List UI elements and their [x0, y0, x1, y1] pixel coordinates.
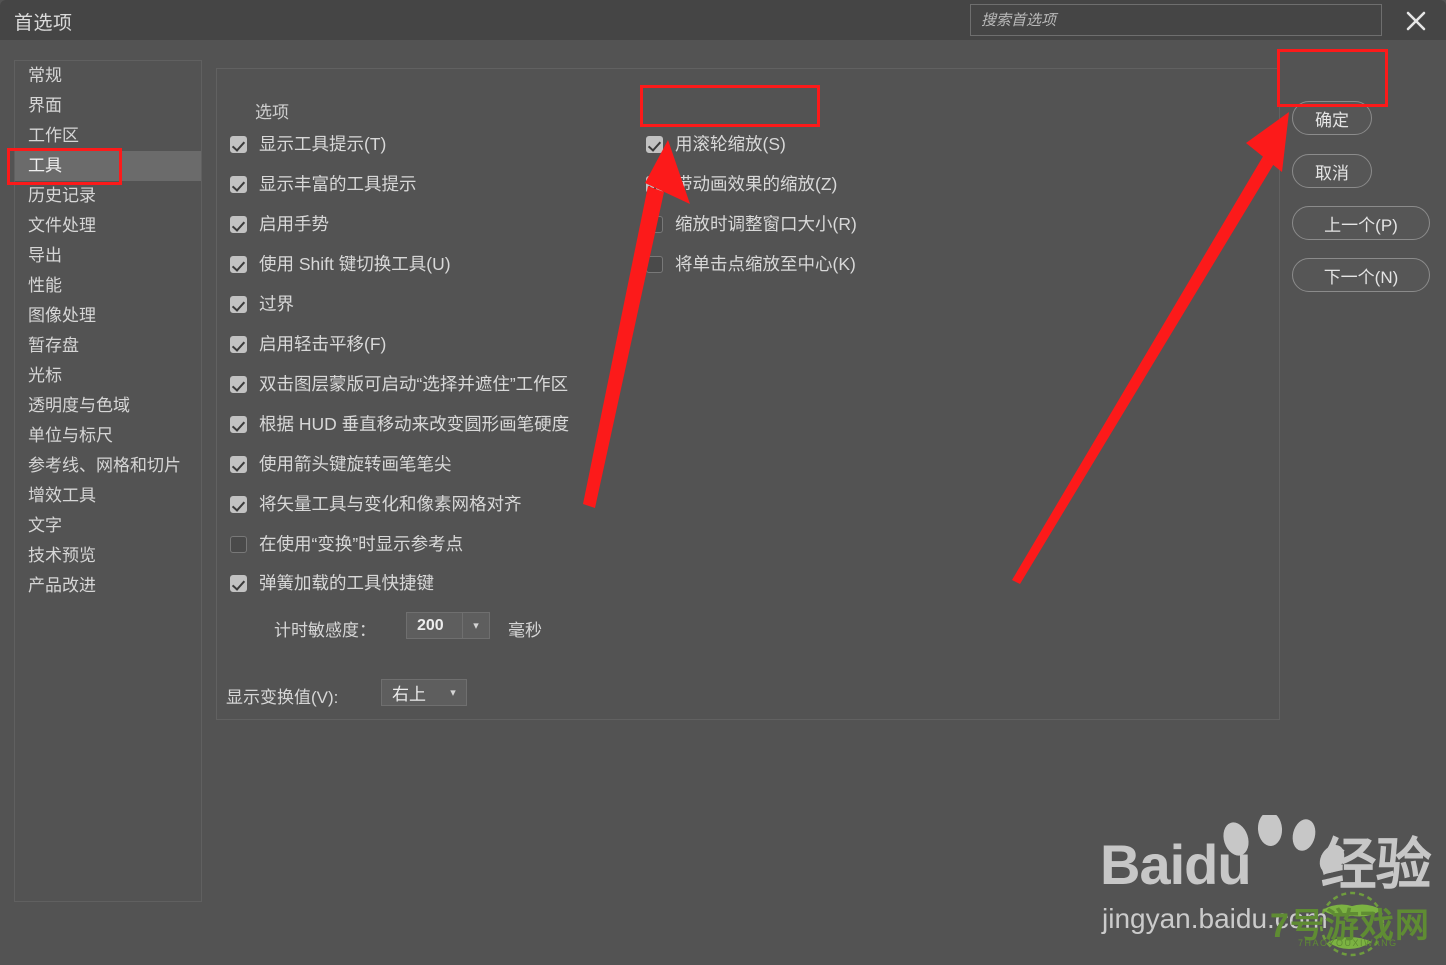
baidu-url-text: jingyan.baidu.com: [1102, 903, 1328, 934]
checkbox-overscroll[interactable]: [230, 296, 247, 314]
sensitivity-dropdown[interactable]: 200 ▾: [406, 612, 490, 639]
checkbox-label-hud-vertical-hardness: 根据 HUD 垂直移动来改变圆形画笔硬度: [259, 414, 570, 434]
checkbox-row-enable-gestures[interactable]: 启用手势: [230, 214, 329, 234]
checkbox-flick-panning[interactable]: [230, 336, 247, 354]
checkbox-label-overscroll: 过界: [259, 294, 294, 314]
checkbox-hud-vertical-hardness[interactable]: [230, 416, 247, 434]
cancel-button[interactable]: 取消: [1292, 154, 1372, 188]
checkbox-row-animated-zoom[interactable]: 带动画效果的缩放(Z): [646, 174, 838, 194]
checkbox-row-show-reference-point[interactable]: 在使用“变换”时显示参考点: [230, 534, 464, 554]
ok-button[interactable]: 确定: [1292, 101, 1372, 135]
checkbox-label-shift-switch-tool: 使用 Shift 键切换工具(U): [259, 254, 451, 274]
leaf-circle-icon: [1319, 891, 1385, 957]
sidebar-item-image-processing[interactable]: 图像处理: [15, 301, 201, 331]
sidebar-item-tools[interactable]: 工具: [15, 151, 201, 181]
transform-values-label: 显示变换值(V):: [226, 688, 339, 707]
checkbox-enable-gestures[interactable]: [230, 216, 247, 234]
transform-values-dropdown[interactable]: 右上 ▾: [381, 679, 467, 706]
checkbox-row-show-tooltips[interactable]: 显示工具提示(T): [230, 134, 387, 154]
options-groupbox-legend: 选项: [246, 98, 298, 123]
sidebar-item-interface[interactable]: 界面: [15, 91, 201, 121]
checkbox-shift-switch-tool[interactable]: [230, 256, 247, 274]
checkbox-label-flick-panning: 启用轻击平移(F): [259, 334, 387, 354]
close-icon[interactable]: [1400, 6, 1432, 36]
chevron-down-icon[interactable]: ▾: [463, 619, 489, 632]
checkbox-animated-zoom[interactable]: [646, 176, 663, 194]
checkbox-label-zoom-clicked-point-to-center: 将单击点缩放至中心(K): [675, 254, 856, 274]
chevron-down-icon[interactable]: ▾: [440, 686, 466, 699]
sidebar-item-cursors[interactable]: 光标: [15, 361, 201, 391]
game-site-pinyin: 7HAOYOUXIWANG: [1298, 938, 1398, 948]
checkbox-zoom-clicked-point-to-center[interactable]: [646, 256, 663, 274]
checkbox-label-enable-gestures: 启用手势: [259, 214, 329, 234]
checkbox-label-zoom-with-scroll-wheel: 用滚轮缩放(S): [675, 134, 786, 154]
checkbox-zoom-with-scroll-wheel[interactable]: [646, 136, 663, 154]
checkbox-label-arrow-keys-rotate-brush: 使用箭头键旋转画笔笔尖: [259, 454, 452, 474]
checkbox-row-hud-vertical-hardness[interactable]: 根据 HUD 垂直移动来改变圆形画笔硬度: [230, 414, 570, 434]
checkbox-spring-loaded-shortcuts[interactable]: [230, 575, 247, 593]
window-titlebar: 首选项: [0, 0, 1446, 40]
sidebar-item-general[interactable]: 常规: [15, 61, 201, 91]
checkbox-row-dblclick-mask-select-mask[interactable]: 双击图层蒙版可启动“选择并遮住”工作区: [230, 374, 569, 394]
checkbox-dblclick-mask-select-mask[interactable]: [230, 376, 247, 394]
checkbox-label-show-reference-point: 在使用“变换”时显示参考点: [259, 534, 464, 554]
checkbox-label-snap-vector-pixel-grid: 将矢量工具与变化和像素网格对齐: [259, 494, 522, 514]
checkbox-snap-vector-pixel-grid[interactable]: [230, 496, 247, 514]
baidu-jingyan-watermark: Baidu 经验 jingyan.baidu.com: [1100, 815, 1432, 945]
baidu-paw-icon: [1223, 815, 1345, 873]
checkbox-rich-tooltips[interactable]: [230, 176, 247, 194]
sidebar-item-guides-grid-slices[interactable]: 参考线、网格和切片: [15, 451, 201, 481]
dialog-content: 常规 界面 工作区 工具 历史记录 文件处理 导出 性能 图像处理 暂存盘 光标…: [0, 40, 1446, 957]
checkbox-show-tooltips[interactable]: [230, 136, 247, 154]
checkbox-row-overscroll[interactable]: 过界: [230, 294, 294, 314]
sidebar-item-technology-previews[interactable]: 技术预览: [15, 541, 201, 571]
baidu-brand-text: Baidu 经验: [1100, 833, 1432, 896]
checkbox-row-zoom-clicked-point-to-center[interactable]: 将单击点缩放至中心(K): [646, 254, 856, 274]
sensitivity-label: 计时敏感度：: [274, 621, 376, 640]
checkbox-label-animated-zoom: 带动画效果的缩放(Z): [675, 174, 838, 194]
sensitivity-unit: 毫秒: [508, 621, 542, 640]
checkbox-row-flick-panning[interactable]: 启用轻击平移(F): [230, 334, 387, 354]
checkbox-label-show-tooltips: 显示工具提示(T): [259, 134, 387, 154]
window-title: 首选项: [14, 13, 73, 34]
sidebar-item-history[interactable]: 历史记录: [15, 181, 201, 211]
sidebar-item-transparency-gamut[interactable]: 透明度与色域: [15, 391, 201, 421]
checkbox-row-arrow-keys-rotate-brush[interactable]: 使用箭头键旋转画笔笔尖: [230, 454, 452, 474]
checkbox-show-reference-point[interactable]: [230, 536, 247, 554]
checkbox-resize-window-on-zoom[interactable]: [646, 216, 663, 234]
game-site-text: 7号游戏网: [1270, 907, 1430, 945]
transform-values-value: 右上: [392, 685, 426, 704]
checkbox-label-resize-window-on-zoom: 缩放时调整窗口大小(R): [675, 214, 857, 234]
sidebar-item-units-rulers[interactable]: 单位与标尺: [15, 421, 201, 451]
checkbox-label-spring-loaded-shortcuts: 弹簧加载的工具快捷键: [259, 573, 434, 593]
sidebar-item-workspace[interactable]: 工作区: [15, 121, 201, 151]
sensitivity-value: 200: [407, 613, 463, 638]
checkbox-row-spring-loaded-shortcuts[interactable]: 弹簧加载的工具快捷键: [230, 573, 434, 593]
checkbox-label-dblclick-mask-select-mask: 双击图层蒙版可启动“选择并遮住”工作区: [259, 374, 569, 394]
preferences-category-list[interactable]: 常规 界面 工作区 工具 历史记录 文件处理 导出 性能 图像处理 暂存盘 光标…: [14, 60, 202, 902]
game-site-watermark: 7号游戏网 7HAOYOUXIWANG: [1258, 890, 1446, 965]
checkbox-row-resize-window-on-zoom[interactable]: 缩放时调整窗口大小(R): [646, 214, 857, 234]
checkbox-row-zoom-with-scroll-wheel[interactable]: 用滚轮缩放(S): [646, 134, 786, 154]
checkbox-row-rich-tooltips[interactable]: 显示丰富的工具提示: [230, 174, 417, 194]
search-field-wrapper[interactable]: [970, 4, 1382, 36]
sidebar-item-product-improvement[interactable]: 产品改进: [15, 571, 201, 601]
search-input[interactable]: [971, 5, 1381, 35]
sidebar-item-plugins[interactable]: 增效工具: [15, 481, 201, 511]
next-button[interactable]: 下一个(N): [1292, 258, 1430, 292]
sidebar-item-scratch-disks[interactable]: 暂存盘: [15, 331, 201, 361]
checkbox-arrow-keys-rotate-brush[interactable]: [230, 456, 247, 474]
sidebar-item-file-handling[interactable]: 文件处理: [15, 211, 201, 241]
sidebar-item-type[interactable]: 文字: [15, 511, 201, 541]
sidebar-item-performance[interactable]: 性能: [15, 271, 201, 301]
checkbox-row-snap-vector-pixel-grid[interactable]: 将矢量工具与变化和像素网格对齐: [230, 494, 522, 514]
checkbox-row-shift-switch-tool[interactable]: 使用 Shift 键切换工具(U): [230, 254, 451, 274]
sidebar-item-export[interactable]: 导出: [15, 241, 201, 271]
checkbox-label-rich-tooltips: 显示丰富的工具提示: [259, 174, 417, 194]
previous-button[interactable]: 上一个(P): [1292, 206, 1430, 240]
